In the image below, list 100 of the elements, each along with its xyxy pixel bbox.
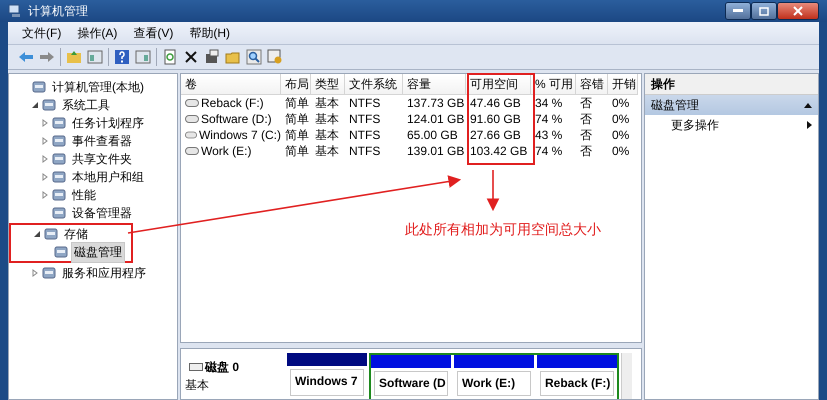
menu-item[interactable]: 查看(V)	[133, 24, 174, 42]
column-header[interactable]: 开销	[608, 74, 638, 95]
node-icon	[32, 80, 46, 94]
column-header[interactable]: 容量	[403, 74, 466, 95]
expand-arrow-icon[interactable]	[41, 155, 49, 163]
node-icon	[42, 266, 56, 280]
table-cell: 基本	[315, 110, 339, 128]
drive-icon	[185, 147, 199, 155]
table-cell: 简单	[285, 94, 309, 112]
column-header[interactable]: 可用空间	[466, 74, 531, 95]
table-cell: 74 %	[535, 112, 562, 126]
expand-arrow-icon[interactable]	[31, 269, 39, 277]
collapse-arrow-icon[interactable]	[33, 230, 41, 238]
table-cell: 47.46 GB	[470, 96, 521, 110]
table-cell: 0%	[612, 112, 630, 126]
column-header[interactable]: 布局	[281, 74, 311, 95]
table-cell: 65.00 GB	[407, 128, 458, 142]
tree-item[interactable]: 任务计划程序	[69, 112, 147, 134]
tree-item[interactable]: 本地用户和组	[69, 166, 147, 188]
window-title: 计算机管理	[28, 2, 89, 20]
node-icon	[52, 206, 66, 220]
node-icon	[52, 170, 66, 184]
drive-icon	[185, 131, 197, 139]
expand-arrow-icon[interactable]	[41, 173, 49, 181]
back-icon[interactable]	[18, 49, 34, 65]
scrollbar[interactable]	[621, 353, 632, 399]
table-cell: NTFS	[349, 128, 380, 142]
settings-icon[interactable]	[267, 49, 283, 65]
partition-block[interactable]: Software (D	[374, 371, 448, 396]
forward-icon[interactable]	[39, 49, 55, 65]
submenu-arrow-icon	[807, 121, 812, 129]
table-cell: 0%	[612, 144, 630, 158]
table-cell: 91.60 GB	[470, 112, 521, 126]
table-cell: NTFS	[349, 144, 380, 158]
partition-block[interactable]: Windows 7	[290, 369, 364, 396]
drive-icon	[185, 99, 199, 107]
tree-item[interactable]: 系统工具	[59, 94, 113, 116]
column-header[interactable]: 文件系统	[345, 74, 403, 95]
column-header[interactable]: % 可用	[531, 74, 576, 95]
table-cell: Work (E:)	[201, 144, 252, 158]
action-section[interactable]: 磁盘管理	[645, 95, 818, 115]
tree-item[interactable]: 服务和应用程序	[59, 262, 149, 284]
partition-block[interactable]: Work (E:)	[457, 371, 531, 396]
table-cell: 简单	[285, 126, 309, 144]
drive-icon	[185, 115, 199, 123]
table-cell: 27.66 GB	[470, 128, 521, 142]
annotation-arrow	[486, 170, 500, 212]
tree-item[interactable]: 磁盘管理	[71, 242, 125, 262]
table-cell: 简单	[285, 142, 309, 160]
action-item[interactable]: 更多操作	[645, 115, 818, 135]
tree-item[interactable]: 事件查看器	[69, 130, 135, 152]
folder-up-icon[interactable]	[66, 49, 82, 65]
table-cell: Windows 7 (C:)	[198, 128, 281, 142]
close-button[interactable]	[777, 2, 819, 20]
partition-label: Reback (F:)	[545, 376, 610, 390]
expand-arrow-icon[interactable]	[41, 137, 49, 145]
column-header[interactable]: 容错	[576, 74, 608, 95]
partition-label: Windows 7	[295, 374, 358, 388]
menu-item[interactable]: 帮助(H)	[189, 24, 230, 42]
table-cell: 74 %	[535, 144, 562, 158]
table-cell: 否	[580, 94, 592, 112]
node-icon	[52, 152, 66, 166]
table-cell: 否	[580, 126, 592, 144]
column-header[interactable]: 卷	[181, 74, 281, 95]
properties-icon[interactable]	[204, 49, 220, 65]
search-icon[interactable]	[246, 49, 262, 65]
partition-label: Software (D	[379, 376, 446, 390]
tree-item[interactable]: 存储	[61, 224, 91, 244]
table-cell: 124.01 GB	[407, 112, 464, 126]
tree-item[interactable]: 计算机管理(本地)	[49, 76, 147, 98]
maximize-icon	[759, 6, 769, 16]
disk-name: 磁盘 0	[205, 358, 240, 376]
node-icon	[52, 188, 66, 202]
maximize-button[interactable]	[751, 2, 777, 20]
pane-toggle-icon[interactable]	[135, 49, 151, 65]
table-cell: 基本	[315, 94, 339, 112]
tree-item[interactable]: 设备管理器	[69, 202, 135, 224]
help-icon[interactable]	[114, 49, 130, 65]
menu-item[interactable]: 操作(A)	[77, 24, 118, 42]
node-icon	[54, 245, 68, 259]
expand-arrow-icon[interactable]	[41, 119, 49, 127]
disk-type: 基本	[185, 377, 210, 394]
tree-item[interactable]: 性能	[69, 184, 99, 206]
pane-toggle-icon[interactable]	[87, 49, 103, 65]
tree-item[interactable]: 共享文件夹	[69, 148, 135, 170]
table-cell: 基本	[315, 142, 339, 160]
node-icon	[44, 227, 58, 241]
annotation-text: 此处所有相加为可用空间总大小	[405, 221, 601, 239]
partition-block[interactable]: Reback (F:)	[540, 371, 614, 396]
column-header[interactable]: 类型	[311, 74, 345, 95]
table-cell: 137.73 GB	[407, 96, 464, 110]
computer-icon	[8, 4, 22, 18]
minimize-icon	[733, 9, 743, 13]
expand-arrow-icon[interactable]	[41, 191, 49, 199]
delete-icon[interactable]	[183, 49, 199, 65]
menu-item[interactable]: 文件(F)	[22, 24, 62, 42]
minimize-button[interactable]	[725, 2, 751, 20]
refresh-icon[interactable]	[162, 49, 178, 65]
table-cell: Reback (F:)	[201, 96, 264, 110]
collapse-arrow-icon[interactable]	[31, 101, 39, 109]
